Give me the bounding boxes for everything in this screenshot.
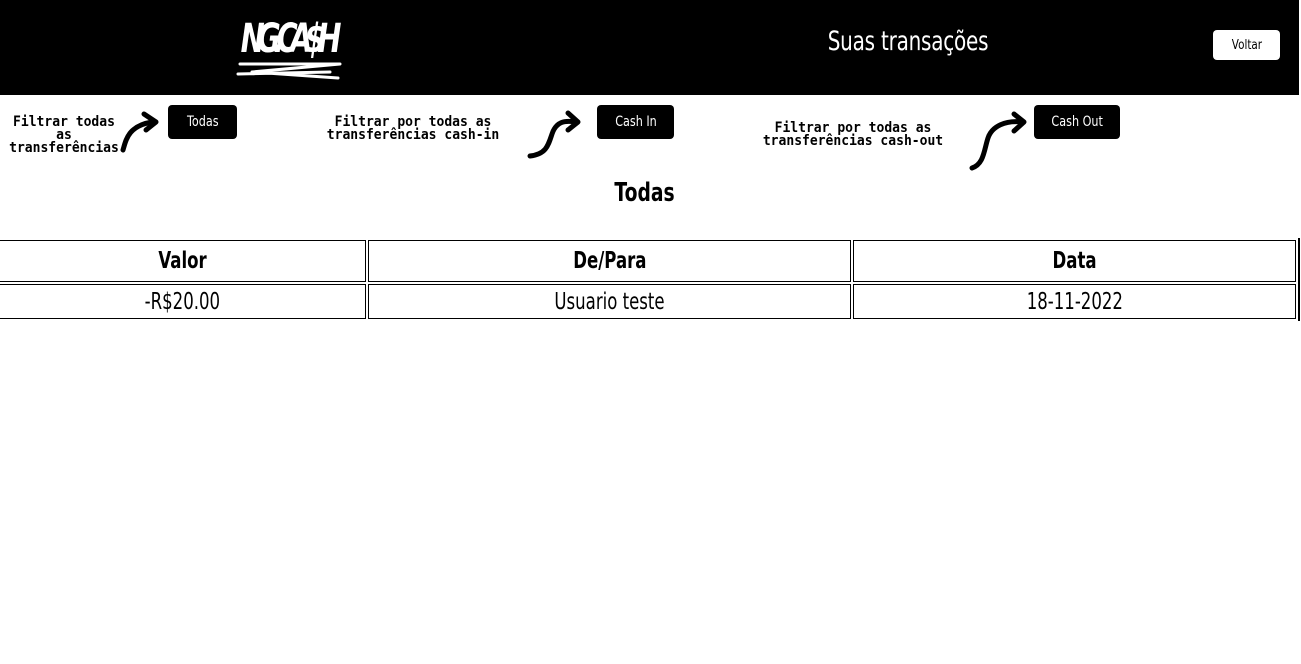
table-row: -R$20.00 Usuario teste 18-11-2022 xyxy=(0,284,1296,319)
app-header: NG.CA$H Suas transações Voltar xyxy=(0,0,1299,95)
cell-valor: -R$20.00 xyxy=(0,284,367,319)
filter-cash-out-button[interactable]: Cash Out xyxy=(1034,105,1120,139)
filter-cash-in-button-label: Cash In xyxy=(614,114,657,130)
section-title: Todas xyxy=(614,178,675,208)
back-button-label: Voltar xyxy=(1231,37,1262,53)
logo-text: NG.CA$H xyxy=(241,16,342,62)
filter-cash-out-label: Filtrar por todas as transferências cash… xyxy=(762,120,944,149)
filter-all-button-label: Todas xyxy=(186,114,219,130)
filter-all-button[interactable]: Todas xyxy=(168,105,237,139)
cell-data: 18-11-2022 xyxy=(852,284,1296,319)
curved-arrow-icon xyxy=(527,110,581,159)
transactions-table: Valor De/Para Data -R$20.00 Usuario test… xyxy=(0,238,1300,321)
curved-arrow-icon xyxy=(969,111,1027,171)
back-button[interactable]: Voltar xyxy=(1213,30,1280,60)
ngcash-logo: NG.CA$H xyxy=(232,8,350,84)
column-header-de-para: De/Para xyxy=(368,240,851,282)
column-header-valor: Valor xyxy=(0,240,367,282)
table-header-row: Valor De/Para Data xyxy=(0,240,1296,282)
filter-cash-in-label: Filtrar por todas as transferências cash… xyxy=(326,114,500,143)
cell-de-para: Usuario teste xyxy=(368,284,851,319)
filter-cash-in-button[interactable]: Cash In xyxy=(597,105,674,139)
page-title: Suas transações xyxy=(827,26,989,57)
filter-cash-out-button-label: Cash Out xyxy=(1051,114,1103,130)
column-header-data: Data xyxy=(852,240,1296,282)
curved-arrow-icon xyxy=(120,111,159,153)
filter-all-label: Filtrar todas as transferências xyxy=(9,114,119,156)
